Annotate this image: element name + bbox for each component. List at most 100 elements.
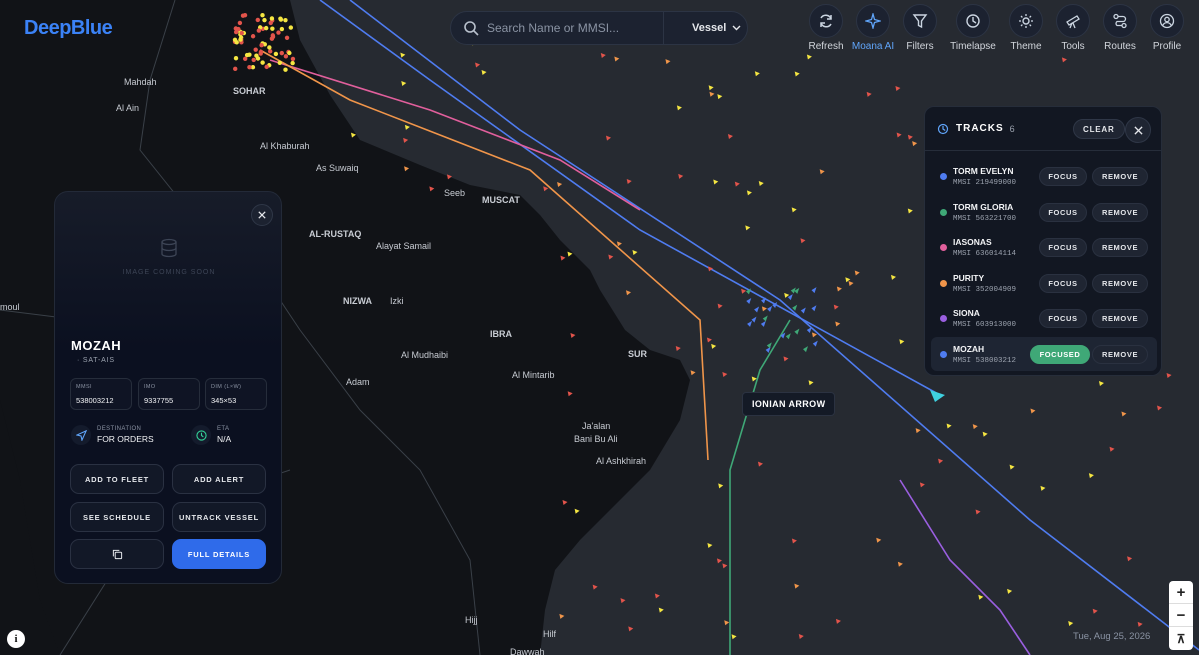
place-label: Al Ain <box>116 103 140 113</box>
focus-button[interactable]: FOCUS <box>1039 238 1087 257</box>
place-label: IBRA <box>490 329 512 339</box>
vessel-cluster-dot <box>268 20 273 26</box>
focused-badge[interactable]: FOCUSED <box>1030 344 1090 364</box>
destination-label: DESTINATION <box>97 426 142 432</box>
eta-label: ETA <box>217 426 230 432</box>
place-label: As Suwaiq <box>316 163 359 173</box>
map-date: Tue, Aug 25, 2026 <box>1073 631 1151 642</box>
tools-button[interactable]: Tools <box>1051 4 1095 52</box>
database-icon <box>161 238 177 258</box>
track-color-dot <box>940 315 947 322</box>
vessel-cluster-dot <box>267 49 273 54</box>
add-alert-button[interactable]: ADD ALERT <box>172 464 266 494</box>
search-type-select[interactable]: Vessel <box>692 22 741 34</box>
moana-ai-button[interactable]: Moana AI <box>851 4 895 52</box>
place-label: Al Khaburah <box>260 141 310 151</box>
vessel-cluster-dot <box>283 17 288 23</box>
destination-value: FOR ORDERS <box>97 434 154 444</box>
track-row[interactable]: SIONA MMSI 603913000 FOCUS REMOVE <box>931 301 1157 335</box>
track-color-dot <box>940 173 947 180</box>
compass-button[interactable]: ⊼ <box>1169 627 1193 650</box>
place-label: Al Ashkhirah <box>596 456 647 466</box>
search-divider <box>663 11 664 45</box>
focus-button[interactable]: FOCUS <box>1039 167 1087 186</box>
filters-button[interactable]: Filters <box>898 4 942 52</box>
close-vessel-card-button[interactable] <box>251 204 273 226</box>
remove-button[interactable]: REMOVE <box>1092 202 1148 222</box>
profile-button[interactable]: Profile <box>1145 4 1189 52</box>
place-label: Hilf <box>543 629 556 639</box>
vessel-cluster-dot <box>278 17 284 22</box>
vessel-cluster-dot <box>262 17 267 23</box>
vessel-cluster-dot <box>279 26 285 32</box>
track-name: SIONA <box>953 308 980 318</box>
focus-button[interactable]: FOCUS <box>1039 273 1087 293</box>
vessel-cluster-dot <box>267 45 272 50</box>
info-button[interactable]: i <box>7 630 25 648</box>
place-label: NIZWA <box>343 296 372 306</box>
vessel-cluster-dot <box>269 16 275 21</box>
track-color-dot <box>940 208 947 216</box>
focus-button[interactable]: FOCUS <box>1039 202 1087 222</box>
routes-button[interactable]: Routes <box>1098 4 1142 52</box>
search-icon <box>464 21 479 36</box>
copy-button[interactable] <box>70 539 164 569</box>
close-tracks-button[interactable] <box>1125 117 1151 143</box>
mmsi-box: MMSI 538003212 <box>70 378 132 410</box>
vessel-source: · SAT-AIS <box>77 357 115 364</box>
place-label: SUR <box>628 349 648 359</box>
place-label: AL-RUSTAQ <box>309 229 362 239</box>
see-schedule-button[interactable]: SEE SCHEDULE <box>70 502 164 532</box>
app-logo[interactable]: DeepBlue <box>24 17 113 40</box>
top-toolbar: Refresh Moana AI Filters Timelapse Theme… <box>804 4 1189 52</box>
history-icon <box>966 14 980 28</box>
search-bar[interactable]: Vessel <box>450 11 748 45</box>
close-icon <box>1133 125 1143 135</box>
remove-button[interactable]: REMOVE <box>1092 238 1148 257</box>
remove-button[interactable]: REMOVE <box>1092 344 1148 364</box>
clear-tracks-button[interactable]: CLEAR <box>1073 119 1125 139</box>
place-label: MUSCAT <box>482 195 520 205</box>
timelapse-button[interactable]: Timelapse <box>945 4 1001 52</box>
zoom-out-button[interactable]: − <box>1169 604 1193 627</box>
vessel-cluster-dot <box>233 56 239 61</box>
place-label: moul <box>0 302 20 312</box>
full-details-button[interactable]: FULL DETAILS <box>172 539 266 569</box>
mmsi-label: MMSI <box>76 384 92 390</box>
place-label: Hijj <box>465 615 478 625</box>
track-mmsi: MMSI 636014114 <box>953 250 1017 258</box>
track-row[interactable]: MOZAH MMSI 538003212 FOCUSED REMOVE <box>931 336 1157 371</box>
vessel-cluster-dot <box>260 60 265 65</box>
vessel-cluster-dot <box>250 34 256 39</box>
remove-button[interactable]: REMOVE <box>1092 273 1148 293</box>
untrack-vessel-button[interactable]: UNTRACK VESSEL <box>172 502 266 532</box>
vessel-cluster-dot <box>279 50 285 56</box>
search-type-value: Vessel <box>692 22 727 34</box>
add-to-fleet-button[interactable]: ADD TO FLEET <box>70 464 164 494</box>
search-input[interactable] <box>487 21 647 35</box>
vessel-cluster-dot <box>247 64 252 70</box>
theme-button[interactable]: Theme <box>1004 4 1048 52</box>
clock-icon <box>195 429 207 441</box>
track-row[interactable]: PURITY MMSI 352004909 FOCUS REMOVE <box>931 266 1157 300</box>
focus-button[interactable]: FOCUS <box>1039 309 1087 328</box>
imo-value: 9337755 <box>144 396 174 405</box>
track-name: MOZAH <box>953 343 985 354</box>
vessel-cluster-dot <box>287 50 292 56</box>
vessel-cluster-dot <box>233 66 238 72</box>
timelapse-label: Timelapse <box>950 41 996 52</box>
vessel-cluster-dot <box>260 13 265 18</box>
track-mmsi: MMSI 219499000 <box>953 179 1017 187</box>
profile-label: Profile <box>1152 41 1182 52</box>
place-label: Seeb <box>444 188 466 198</box>
vessel-cluster-dot <box>288 25 294 30</box>
user-icon <box>1159 13 1175 29</box>
track-row[interactable]: TORM EVELYN MMSI 219499000 FOCUS REMOVE <box>931 159 1157 193</box>
refresh-button[interactable]: Refresh <box>804 4 848 52</box>
track-row[interactable]: IASONAS MMSI 636014114 FOCUS REMOVE <box>931 230 1157 264</box>
zoom-in-button[interactable]: + <box>1169 581 1193 604</box>
remove-button[interactable]: REMOVE <box>1092 167 1148 186</box>
place-label: Bani Bu Ali <box>574 434 618 444</box>
track-row[interactable]: TORM GLORIA MMSI 563221700 FOCUS REMOVE <box>931 195 1157 229</box>
remove-button[interactable]: REMOVE <box>1092 309 1148 328</box>
